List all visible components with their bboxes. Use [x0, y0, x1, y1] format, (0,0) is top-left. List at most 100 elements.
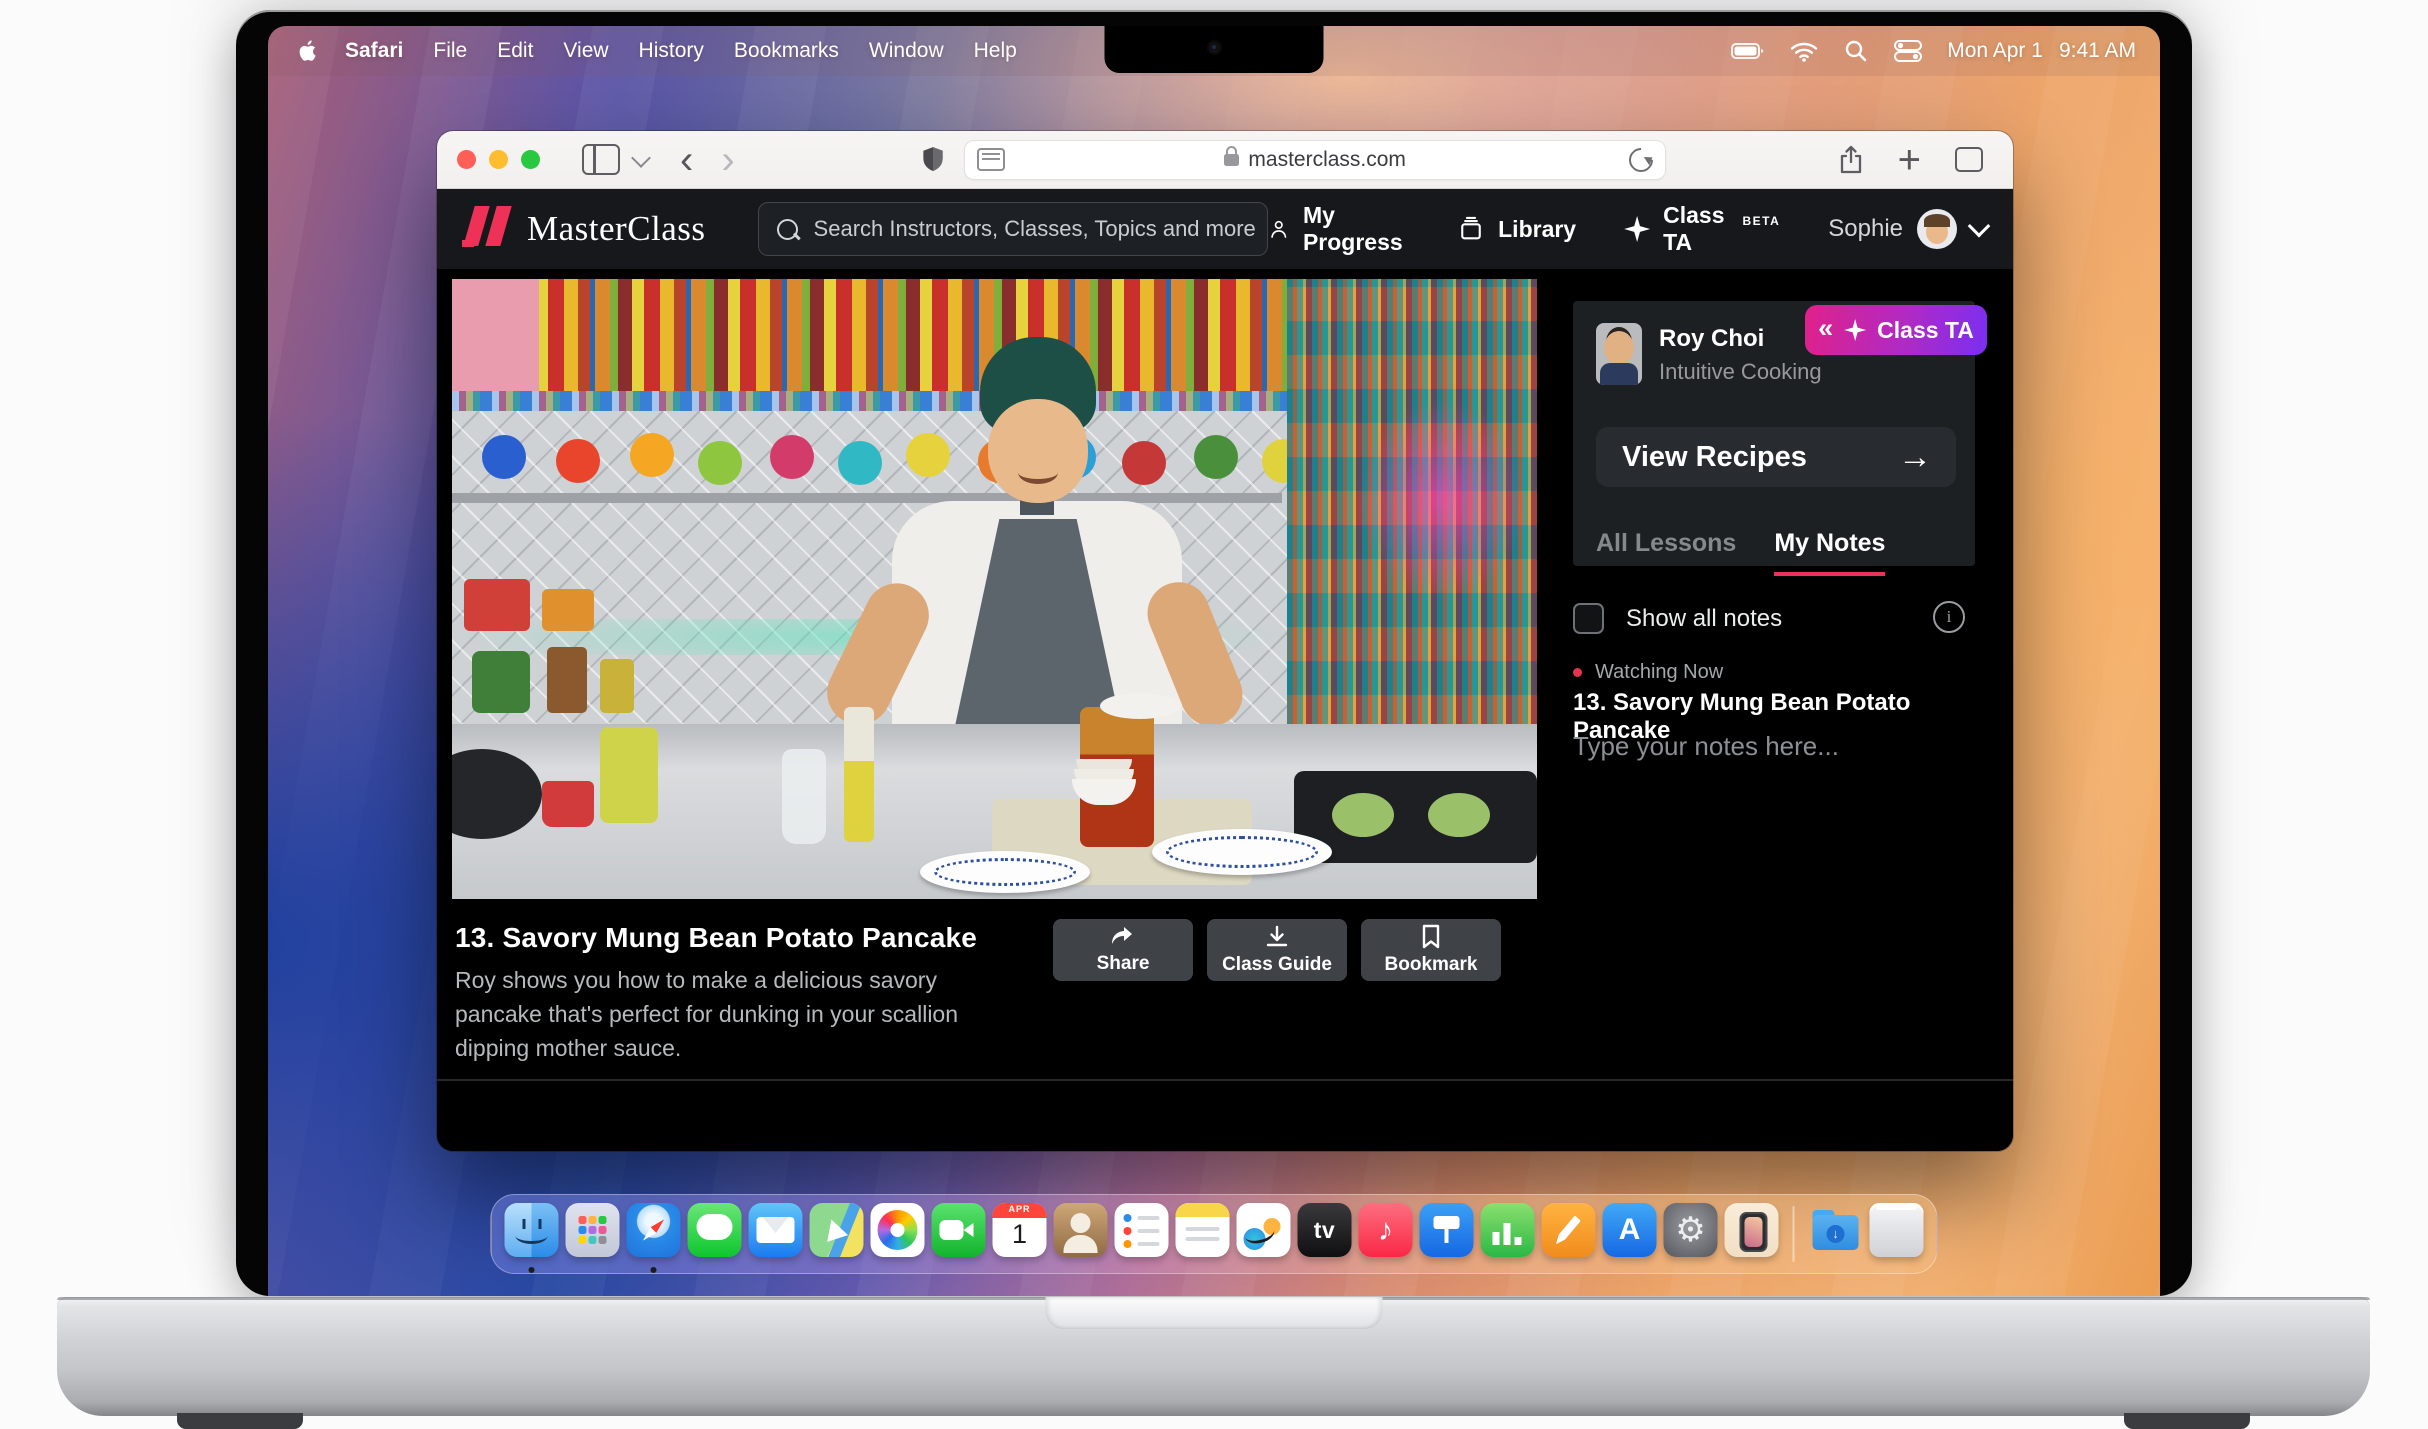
dock: APR1 tv♪ A⚙ ↓ — [491, 1194, 1938, 1274]
video-still-decor — [547, 647, 587, 713]
forward-button[interactable]: › — [707, 145, 748, 175]
menu-bookmarks[interactable]: Bookmarks — [719, 39, 854, 62]
notes-dock-icon[interactable] — [1176, 1203, 1230, 1257]
chevron-down-icon[interactable] — [1968, 215, 1991, 238]
calendar-dock-icon[interactable]: APR1 — [993, 1203, 1047, 1257]
dock-item: APR1 — [992, 1195, 1048, 1273]
dock-divider — [1793, 1206, 1795, 1262]
dock-item: ⚙ — [1663, 1195, 1719, 1273]
messages-dock-icon[interactable] — [688, 1203, 742, 1257]
pages-dock-icon[interactable] — [1542, 1203, 1596, 1257]
menu-history[interactable]: History — [624, 39, 719, 62]
back-button[interactable]: ‹ — [666, 145, 707, 175]
dock-item: ↓ — [1808, 1195, 1864, 1273]
dock-item — [1419, 1195, 1475, 1273]
lock-icon — [1224, 154, 1239, 166]
downloads-dock-icon[interactable]: ↓ — [1809, 1203, 1863, 1257]
section-divider — [437, 1079, 2013, 1081]
tab-all-lessons[interactable]: All Lessons — [1596, 529, 1736, 576]
new-tab-icon[interactable]: + — [1898, 145, 1921, 175]
dock-item: A — [1602, 1195, 1658, 1273]
reader-icon[interactable] — [977, 148, 1005, 171]
share-icon[interactable] — [1838, 145, 1864, 175]
trash-dock-icon[interactable] — [1870, 1203, 1924, 1257]
notes-input[interactable]: Type your notes here... — [1573, 731, 1839, 762]
address-bar[interactable]: masterclass.com — [964, 140, 1666, 180]
safari-dock-icon[interactable] — [627, 1203, 681, 1257]
apple-menu-icon[interactable] — [296, 38, 320, 64]
music-dock-icon[interactable]: ♪ — [1359, 1203, 1413, 1257]
menu-items: SafariFileEditViewHistoryBookmarksWindow… — [330, 39, 1032, 63]
privacy-shield-icon[interactable] — [920, 145, 946, 175]
numbers-dock-icon[interactable] — [1481, 1203, 1535, 1257]
masterclass-logo-mark — [461, 206, 513, 252]
search-input[interactable]: Search Instructors, Classes, Topics and … — [758, 202, 1269, 256]
wifi-icon[interactable] — [1789, 39, 1819, 63]
menu-view[interactable]: View — [548, 39, 623, 62]
menu-edit[interactable]: Edit — [482, 39, 548, 62]
sidebar-icon[interactable] — [582, 144, 620, 175]
menu-bar-date[interactable]: Mon Apr 1 — [1947, 39, 2043, 63]
zoom-window-button[interactable] — [521, 150, 540, 169]
settings-dock-icon[interactable]: ⚙ — [1664, 1203, 1718, 1257]
control-center-icon[interactable] — [1893, 38, 1923, 64]
show-all-notes-row: Show all notes — [1573, 603, 1782, 634]
menu-help[interactable]: Help — [959, 39, 1032, 62]
menu-bar-status: Mon Apr 1 9:41 AM — [1731, 38, 2136, 64]
avatar[interactable] — [1917, 209, 1957, 249]
close-window-button[interactable] — [457, 150, 476, 169]
lesson-video-player[interactable] — [452, 279, 1537, 899]
contacts-dock-icon[interactable] — [1054, 1203, 1108, 1257]
keynote-dock-icon[interactable] — [1420, 1203, 1474, 1257]
lid-notch — [1045, 1297, 1382, 1329]
masterclass-logo[interactable]: MasterClass — [461, 206, 706, 252]
dock-item — [1480, 1195, 1536, 1273]
reload-icon[interactable] — [1624, 143, 1658, 177]
nav-my-progress[interactable]: My Progress — [1268, 202, 1409, 256]
video-still-decor — [542, 589, 594, 631]
minimize-window-button[interactable] — [489, 150, 508, 169]
window-controls — [457, 150, 540, 169]
mail-dock-icon[interactable] — [749, 1203, 803, 1257]
spotlight-search-icon[interactable] — [1843, 38, 1869, 64]
reminders-dock-icon[interactable] — [1115, 1203, 1169, 1257]
video-still-decor — [472, 651, 530, 713]
dock-item — [1236, 1195, 1292, 1273]
photos-dock-icon[interactable] — [871, 1203, 925, 1257]
freeform-dock-icon[interactable] — [1237, 1203, 1291, 1257]
person-icon — [1268, 215, 1290, 243]
tab-my-notes[interactable]: My Notes — [1774, 529, 1885, 576]
battery-icon[interactable] — [1731, 39, 1765, 63]
facetime-dock-icon[interactable] — [932, 1203, 986, 1257]
view-recipes-button[interactable]: View Recipes → — [1596, 427, 1956, 487]
class-ta-collapse-button[interactable]: « + Class TA — [1805, 305, 1987, 355]
nav-class-ta[interactable]: + Class TA BETA — [1624, 202, 1780, 256]
iphone-mirroring-dock-icon[interactable] — [1725, 1203, 1779, 1257]
appstore-dock-icon[interactable]: A — [1603, 1203, 1657, 1257]
laptop-foot — [2124, 1413, 2250, 1429]
finder-dock-icon[interactable] — [505, 1203, 559, 1257]
watching-now: Watching Now — [1573, 661, 1723, 684]
menu-file[interactable]: File — [418, 39, 482, 62]
bookmark-button[interactable]: Bookmark — [1361, 919, 1501, 981]
maps-dock-icon[interactable] — [810, 1203, 864, 1257]
tv-dock-icon[interactable]: tv — [1298, 1203, 1352, 1257]
share-button[interactable]: Share — [1053, 919, 1193, 981]
desktop-wallpaper: SafariFileEditViewHistoryBookmarksWindow… — [268, 26, 2160, 1296]
menu-safari[interactable]: Safari — [330, 39, 418, 62]
show-all-notes-checkbox[interactable] — [1573, 603, 1604, 634]
lesson-page: 13. Savory Mung Bean Potato Pancake Roy … — [437, 269, 2013, 1151]
url-text[interactable]: masterclass.com — [1248, 148, 1406, 172]
user-menu[interactable]: Sophie — [1828, 209, 1987, 249]
chevron-down-icon[interactable] — [631, 148, 651, 168]
menu-window[interactable]: Window — [854, 39, 959, 62]
tab-overview-icon[interactable] — [1955, 147, 1983, 172]
launchpad-dock-icon[interactable] — [566, 1203, 620, 1257]
download-icon — [1265, 925, 1289, 949]
nav-library[interactable]: Library — [1457, 215, 1576, 243]
video-still-decor — [542, 781, 594, 827]
class-guide-button[interactable]: Class Guide — [1207, 919, 1347, 981]
dock-item — [1175, 1195, 1231, 1273]
menu-bar-time[interactable]: 9:41 AM — [2059, 39, 2136, 63]
info-icon[interactable]: i — [1933, 601, 1965, 633]
